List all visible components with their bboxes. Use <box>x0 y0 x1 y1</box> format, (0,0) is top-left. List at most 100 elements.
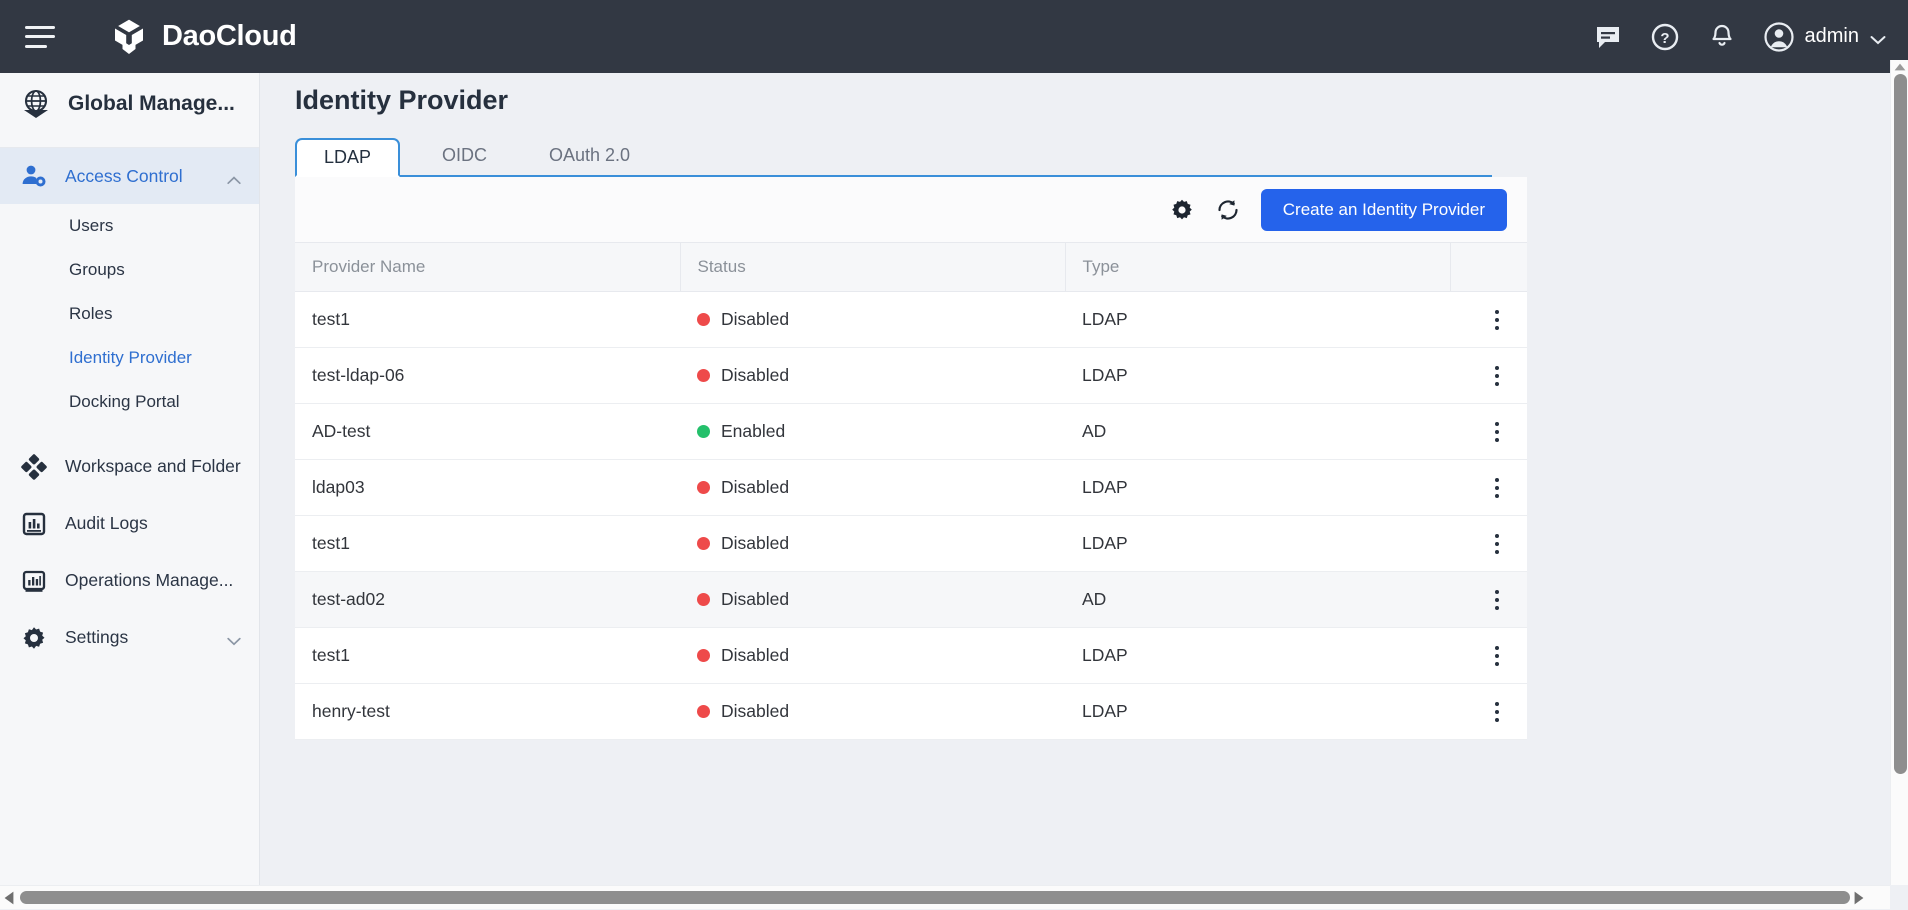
cell-type: AD <box>1065 404 1450 460</box>
table-row[interactable]: test-ad02DisabledAD <box>295 572 1527 628</box>
status-dot-icon <box>697 649 710 662</box>
status-dot-icon <box>697 481 710 494</box>
cell-provider-name: test1 <box>295 628 680 684</box>
horizontal-scrollbar[interactable] <box>0 885 1890 909</box>
status-label: Disabled <box>721 533 789 554</box>
vertical-scrollbar[interactable] <box>1890 60 1908 885</box>
more-vertical-icon[interactable] <box>1467 590 1527 610</box>
gear-icon[interactable] <box>1169 197 1195 223</box>
sidebar-sub-label: Groups <box>69 260 125 280</box>
svg-text:?: ? <box>1660 30 1669 47</box>
table-row[interactable]: test-ldap-06DisabledLDAP <box>295 348 1527 404</box>
user-avatar-icon <box>1764 22 1794 52</box>
help-icon[interactable]: ? <box>1650 22 1680 52</box>
cell-provider-name: test1 <box>295 516 680 572</box>
status-label: Disabled <box>721 701 789 722</box>
tab-ldap[interactable]: LDAP <box>295 138 400 177</box>
cell-actions <box>1450 404 1527 460</box>
status-label: Disabled <box>721 309 789 330</box>
daocloud-cube-logo <box>108 16 150 58</box>
sidebar-item-label: Operations Manage... <box>65 570 233 591</box>
scroll-up-arrow-icon[interactable] <box>1891 60 1908 74</box>
chevron-up-icon[interactable] <box>227 172 241 181</box>
status-dot-icon <box>697 705 710 718</box>
cell-actions <box>1450 572 1527 628</box>
more-vertical-icon[interactable] <box>1467 646 1527 666</box>
cell-actions <box>1450 684 1527 740</box>
sidebar-item-label: Workspace and Folder <box>65 456 241 477</box>
cell-actions <box>1450 348 1527 404</box>
more-vertical-icon[interactable] <box>1467 534 1527 554</box>
cell-type: AD <box>1065 572 1450 628</box>
cell-provider-name: AD-test <box>295 404 680 460</box>
status-dot-icon <box>697 537 710 550</box>
tab-label: LDAP <box>324 147 371 168</box>
sidebar-item-docking-portal[interactable]: Docking Portal <box>0 380 259 424</box>
sidebar-item-settings[interactable]: Settings <box>0 609 259 666</box>
table-row[interactable]: henry-testDisabledLDAP <box>295 684 1527 740</box>
tab-oidc[interactable]: OIDC <box>422 136 507 175</box>
cell-type: LDAP <box>1065 460 1450 516</box>
sidebar-item-workspace-and-folder[interactable]: Workspace and Folder <box>0 438 259 495</box>
column-header-provider-name[interactable]: Provider Name <box>295 243 680 292</box>
sidebar-group-access-control[interactable]: Access Control <box>0 148 259 204</box>
more-vertical-icon[interactable] <box>1467 422 1527 442</box>
brand-name: DaoCloud <box>162 20 297 53</box>
workspace-folder-icon <box>20 453 48 481</box>
horizontal-scrollbar-thumb[interactable] <box>20 891 1850 904</box>
cell-provider-name: test-ldap-06 <box>295 348 680 404</box>
sidebar-sub-label: Docking Portal <box>69 392 180 412</box>
column-header-status[interactable]: Status <box>680 243 1065 292</box>
sidebar-item-audit-logs[interactable]: Audit Logs <box>0 495 259 552</box>
scroll-right-arrow-icon[interactable] <box>1850 886 1868 910</box>
brand[interactable]: DaoCloud <box>108 16 297 58</box>
globe-icon <box>18 86 54 122</box>
sidebar-header[interactable]: Global Manage... <box>0 60 259 148</box>
sidebar-item-identity-provider[interactable]: Identity Provider <box>0 336 259 380</box>
more-vertical-icon[interactable] <box>1467 310 1527 330</box>
more-vertical-icon[interactable] <box>1467 478 1527 498</box>
hamburger-icon[interactable] <box>25 26 55 48</box>
sidebar-item-roles[interactable]: Roles <box>0 292 259 336</box>
table-row[interactable]: test1DisabledLDAP <box>295 628 1527 684</box>
table-header-row: Provider Name Status Type <box>295 243 1527 292</box>
cell-status: Enabled <box>680 404 1065 460</box>
cell-status: Disabled <box>680 292 1065 348</box>
notifications-icon[interactable] <box>1707 22 1737 52</box>
table-row[interactable]: ldap03DisabledLDAP <box>295 460 1527 516</box>
table-header: Provider Name Status Type <box>295 243 1527 292</box>
top-bar: DaoCloud ? <box>0 0 1908 73</box>
refresh-icon[interactable] <box>1215 197 1241 223</box>
more-vertical-icon[interactable] <box>1467 366 1527 386</box>
cell-status: Disabled <box>680 684 1065 740</box>
sidebar-item-operations-management[interactable]: Operations Manage... <box>0 552 259 609</box>
vertical-scrollbar-thumb[interactable] <box>1894 74 1907 774</box>
scroll-left-arrow-icon[interactable] <box>0 886 18 910</box>
identity-provider-table: Provider Name Status Type test1DisabledL… <box>295 242 1527 740</box>
more-vertical-icon[interactable] <box>1467 702 1527 722</box>
cell-status: Disabled <box>680 516 1065 572</box>
chevron-down-icon[interactable] <box>227 633 241 642</box>
identity-provider-card: Create an Identity Provider Provider Nam… <box>295 177 1527 740</box>
chat-icon[interactable] <box>1593 22 1623 52</box>
sidebar-item-groups[interactable]: Groups <box>0 248 259 292</box>
sidebar-item-users[interactable]: Users <box>0 204 259 248</box>
sidebar-sub-label: Roles <box>69 304 112 324</box>
tab-label: OIDC <box>442 145 487 166</box>
cell-actions <box>1450 292 1527 348</box>
cell-status: Disabled <box>680 572 1065 628</box>
status-label: Enabled <box>721 421 785 442</box>
audit-logs-icon <box>20 510 48 538</box>
status-label: Disabled <box>721 589 789 610</box>
table-row[interactable]: AD-test Enabled AD <box>295 404 1527 460</box>
operations-chart-icon <box>20 567 48 595</box>
tab-oauth2[interactable]: OAuth 2.0 <box>529 136 650 175</box>
column-header-actions <box>1450 243 1527 292</box>
cell-status: Disabled <box>680 348 1065 404</box>
user-menu[interactable]: admin <box>1764 22 1886 52</box>
column-header-type[interactable]: Type <box>1065 243 1450 292</box>
create-identity-provider-button[interactable]: Create an Identity Provider <box>1261 189 1507 231</box>
table-row[interactable]: test1DisabledLDAP <box>295 292 1527 348</box>
table-row[interactable]: test1 Disabled LDAP <box>295 516 1527 572</box>
cell-type: LDAP <box>1065 516 1450 572</box>
